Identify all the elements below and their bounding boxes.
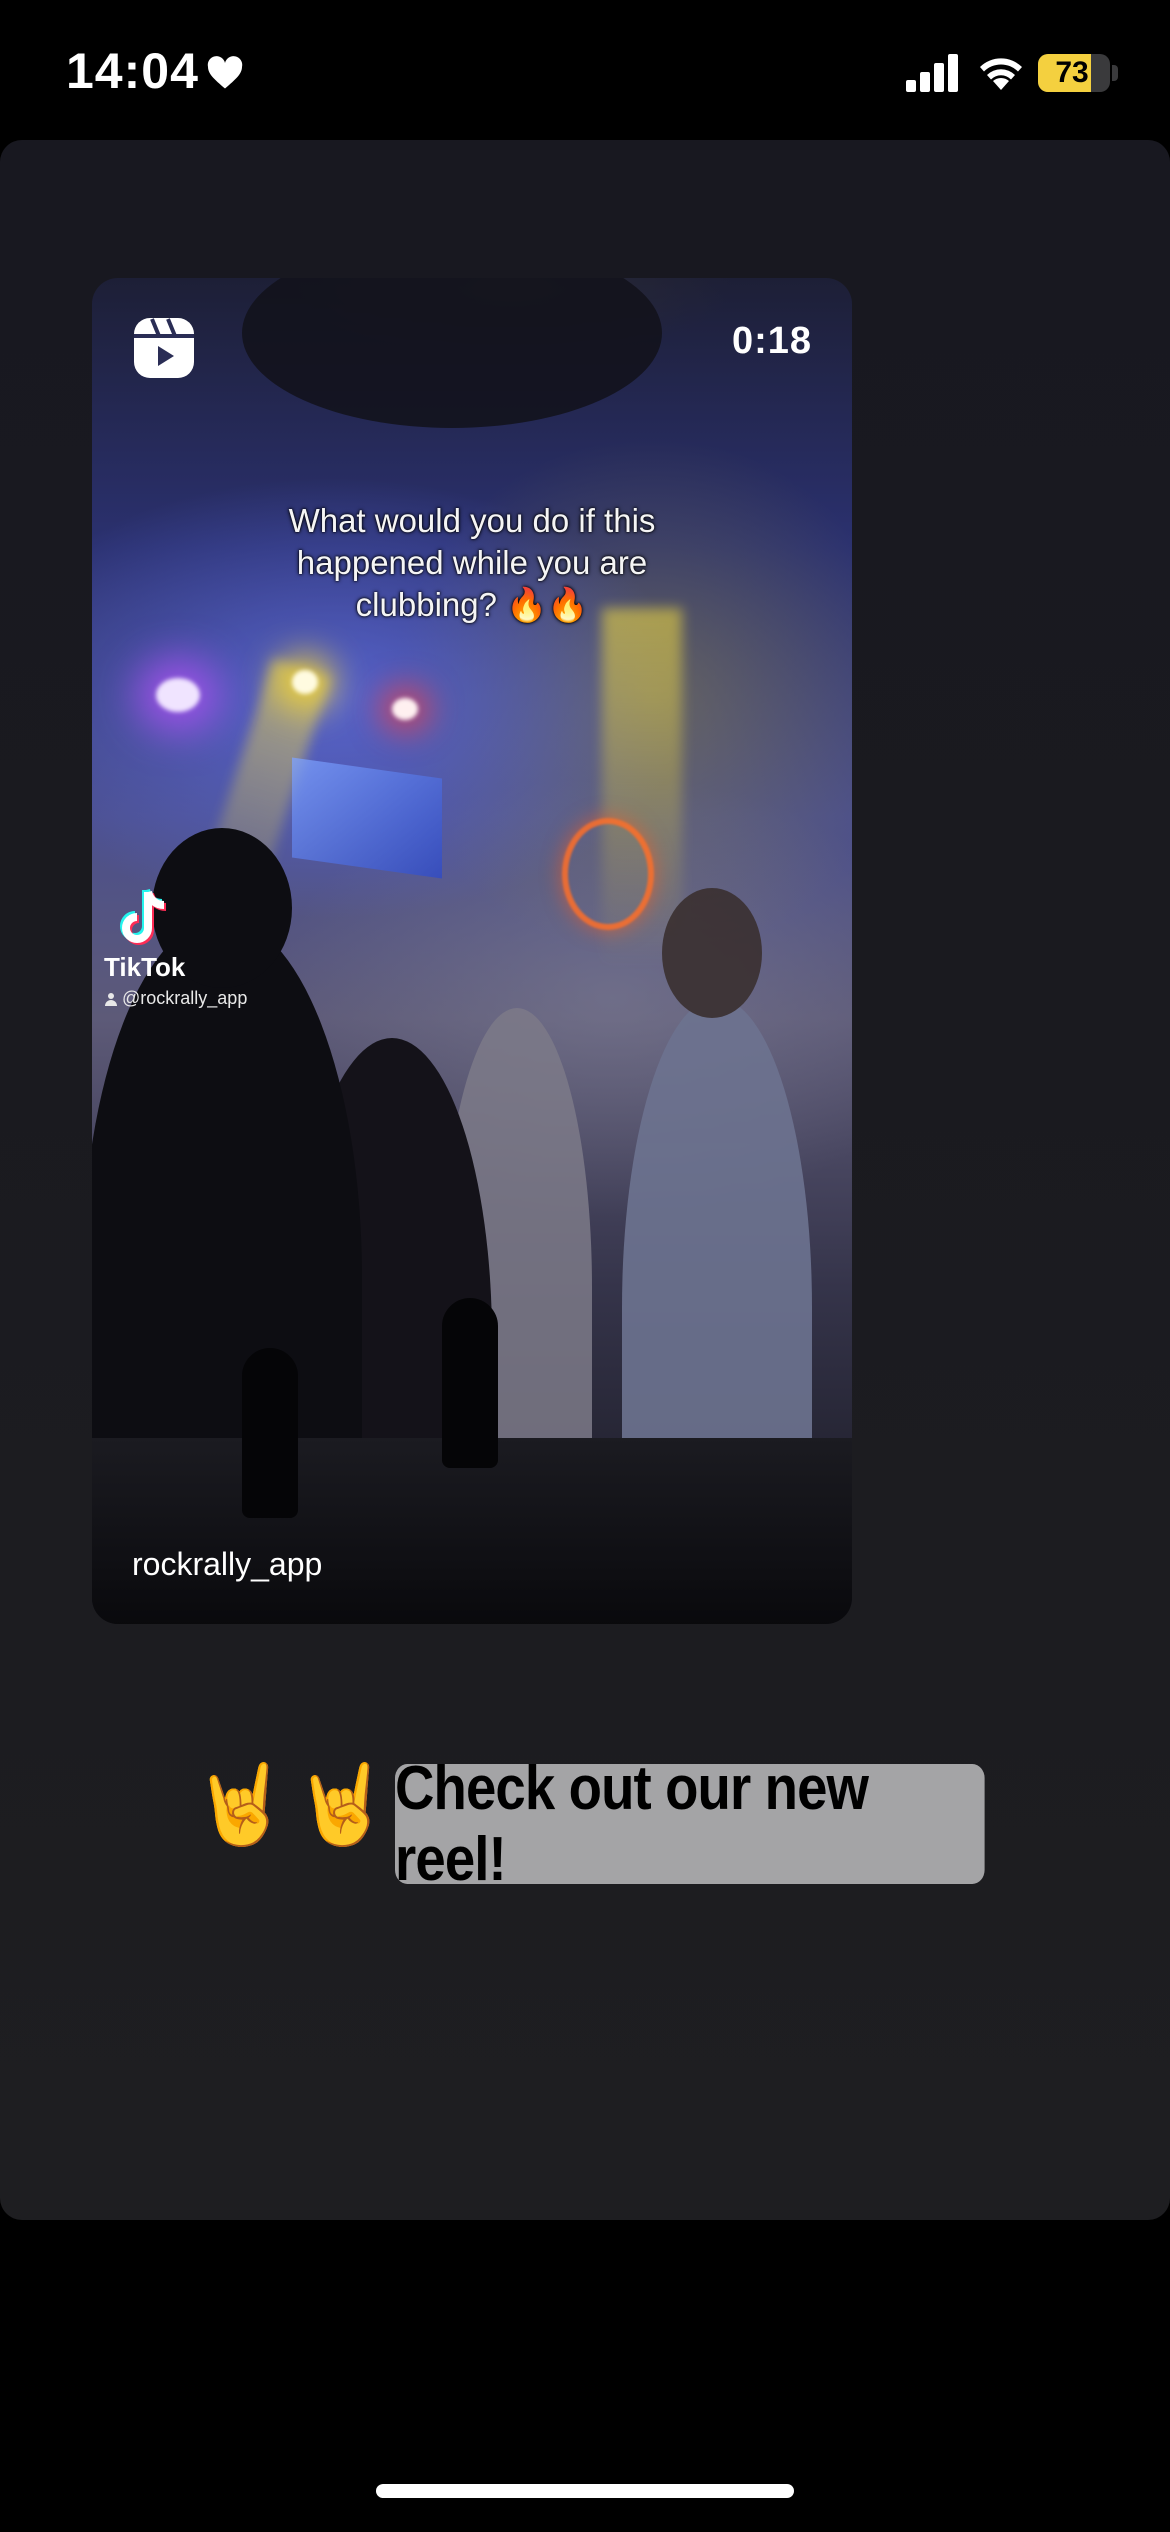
status-time: 14:04 bbox=[66, 43, 199, 99]
reel-scene-beer-tap bbox=[442, 1298, 498, 1468]
reels-icon bbox=[134, 318, 194, 378]
reel-scene-spotlight bbox=[392, 698, 418, 720]
reel-scene-spotlight bbox=[292, 670, 318, 694]
reel-username[interactable]: rockrally_app bbox=[132, 1546, 322, 1583]
battery-icon: 73 bbox=[1038, 54, 1110, 92]
wifi-icon bbox=[980, 58, 1022, 90]
reel-scene-spotlight bbox=[156, 678, 200, 712]
tiktok-handle: @rockrally_app bbox=[104, 988, 247, 1009]
tiktok-icon bbox=[120, 888, 167, 945]
reel-scene-beer-tap bbox=[242, 1348, 298, 1518]
rock-hand-emojis: 🤘🤘 bbox=[192, 1760, 395, 1850]
reel-scene-ceiling bbox=[242, 278, 662, 428]
text-sticker: Check out our new reel! bbox=[395, 1754, 985, 1894]
reel-caption: What would you do if this happened while… bbox=[288, 502, 656, 623]
battery-level-text: 73 bbox=[1055, 56, 1089, 89]
reel-scene-neon-sign bbox=[562, 818, 654, 930]
reel-duration: 0:18 bbox=[731, 320, 812, 362]
battery-nub bbox=[1112, 65, 1118, 81]
signal-icon bbox=[906, 54, 958, 92]
story-card[interactable]: 0:18 What would you do if this happened … bbox=[0, 140, 1170, 2220]
reel-scene-screen bbox=[292, 757, 442, 879]
home-indicator[interactable] bbox=[376, 2484, 794, 2498]
tiktok-handle-text: @rockrally_app bbox=[122, 988, 248, 1008]
reel-preview[interactable]: 0:18 What would you do if this happened … bbox=[92, 278, 852, 1624]
tiktok-label: TikTok bbox=[104, 952, 186, 982]
user-icon bbox=[105, 992, 117, 1006]
heart-icon bbox=[207, 56, 243, 89]
